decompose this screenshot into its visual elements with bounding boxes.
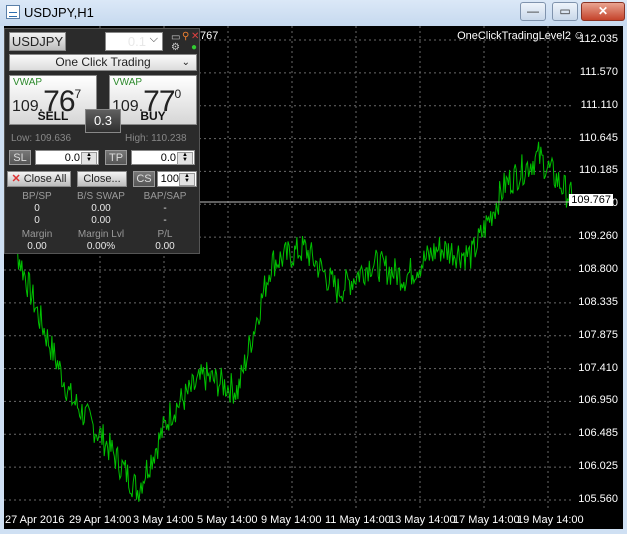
trading-mode-select[interactable]: One Click Trading ⌄ (9, 54, 197, 71)
bs-swap-header: B/S SWAP (77, 191, 125, 202)
close-all-label: Close All (23, 173, 67, 185)
close-button-panel[interactable]: Close... (77, 171, 127, 187)
time-tick-label: 29 Apr 14:00 (69, 514, 132, 526)
b-swap-value: 0.00 (91, 203, 111, 214)
low-price: Low: 109.636 (11, 133, 72, 144)
trading-mode-value: One Click Trading (55, 55, 151, 69)
sap-value: - (163, 215, 167, 226)
price-tick-label: 111.570 (579, 65, 618, 78)
lot-size-value: 0.1 (127, 34, 146, 49)
close-panel-icon[interactable]: ✕ (191, 32, 199, 42)
margin-level-header: Margin Lvl (77, 229, 125, 240)
pl-header: P/L (157, 229, 173, 240)
margin-header: Margin (21, 229, 53, 240)
price-tick-label: 110.185 (579, 164, 618, 177)
price-tick-label: 106.950 (578, 394, 618, 407)
title-bar[interactable]: USDJPY,H1 — ▭ ✕ (0, 0, 627, 26)
indicator-title: OneClickTradingLevel2 (457, 30, 571, 42)
spinner-icon[interactable]: ▲ ▼ (179, 173, 195, 186)
price-tick-label: 108.335 (578, 295, 618, 308)
maximize-button[interactable]: ▭ (552, 2, 578, 21)
chevron-down-icon: ⌵ (149, 33, 158, 45)
window-title: USDJPY,H1 (24, 5, 94, 20)
chevron-down-icon: ⌄ (181, 57, 190, 68)
bap-sap-header: BAP/SAP (143, 191, 187, 202)
spinner-icon[interactable]: ▲ ▼ (177, 152, 193, 165)
margin-value: 0.00 (27, 241, 47, 252)
minimize-button[interactable]: — (520, 2, 546, 21)
price-tick-label: 108.800 (578, 263, 618, 275)
sl-label: SL (9, 150, 31, 165)
time-tick-label: 17 May 14:00 (453, 514, 520, 526)
price-tick-label: 107.875 (578, 328, 618, 341)
price-tick-label: 107.410 (578, 361, 618, 374)
spread-badge: 0.3 (85, 109, 121, 133)
stop-loss-input[interactable]: 0.0 ▲ ▼ (35, 150, 99, 165)
sell-price-pip: 7 (74, 87, 82, 101)
close-all-button[interactable]: ✕ Close All (7, 171, 71, 187)
symbol-button[interactable]: USDJPY (9, 32, 66, 51)
spinner-icon[interactable]: ▲ ▼ (81, 152, 97, 165)
chart-window-icon (6, 5, 20, 19)
cs-input[interactable]: 100 ▲ ▼ (157, 171, 197, 187)
time-tick-label: 5 May 14:00 (197, 514, 258, 526)
high-price: High: 110.238 (125, 133, 187, 144)
panel-controls: ▭ ⚲ ✕ ⚙ ● (168, 31, 199, 53)
price-tick-label: 109.260 (578, 230, 618, 243)
chart-header-partial: 767 (200, 30, 219, 42)
time-tick-label: 19 May 14:00 (517, 514, 584, 526)
bp-sp-header: BP/SP (22, 191, 52, 202)
status-dot-icon: ● (191, 42, 198, 53)
bp-value: 0 (34, 203, 40, 214)
current-price-label: 109.767 (569, 194, 613, 206)
margin-level-value: 0.00% (86, 241, 116, 252)
lot-size-select[interactable]: 0.1 ⌵ (105, 32, 163, 51)
close-button[interactable]: ✕ (581, 2, 625, 21)
cs-value: 100 (160, 173, 179, 185)
price-tick-label: 110.645 (579, 131, 618, 144)
time-tick-label: 27 Apr 2016 (5, 514, 65, 526)
time-tick-label: 3 May 14:00 (133, 514, 194, 526)
time-tick-label: 11 May 14:00 (325, 514, 391, 526)
time-tick-label: 9 May 14:00 (261, 514, 322, 526)
price-tick-label: 105.560 (578, 493, 618, 505)
stop-loss-value: 0.0 (64, 152, 80, 164)
price-tick-label: 111.110 (580, 98, 618, 111)
sell-label[interactable]: SELL (9, 109, 97, 123)
tp-label: TP (105, 150, 127, 165)
take-profit-value: 0.0 (160, 152, 176, 164)
buy-label[interactable]: BUY (109, 109, 197, 123)
time-tick-label: 13 May 14:00 (389, 514, 456, 526)
app-window: USDJPY,H1 — ▭ ✕ 767 OneClickTradingLevel… (0, 0, 627, 534)
bap-value: - (163, 203, 167, 214)
price-tick-label: 112.035 (579, 33, 618, 45)
price-tick-label: 106.485 (578, 427, 618, 440)
price-tick-label: 106.025 (578, 460, 618, 473)
s-swap-value: 0.00 (91, 215, 111, 226)
cs-label: CS (133, 171, 155, 187)
sp-value: 0 (34, 215, 40, 226)
settings-icon[interactable]: ⚙ (171, 43, 180, 53)
pin-icon[interactable]: ⚲ (182, 32, 189, 42)
one-click-trading-panel: USDJPY 0.1 ⌵ ▭ ⚲ ✕ ⚙ ● One Click Trading… (4, 28, 200, 254)
pl-value: 0.00 (155, 241, 175, 252)
close-x-icon: ✕ (11, 173, 21, 185)
buy-price-pip: 0 (174, 87, 182, 101)
take-profit-input[interactable]: 0.0 ▲ ▼ (131, 150, 195, 165)
